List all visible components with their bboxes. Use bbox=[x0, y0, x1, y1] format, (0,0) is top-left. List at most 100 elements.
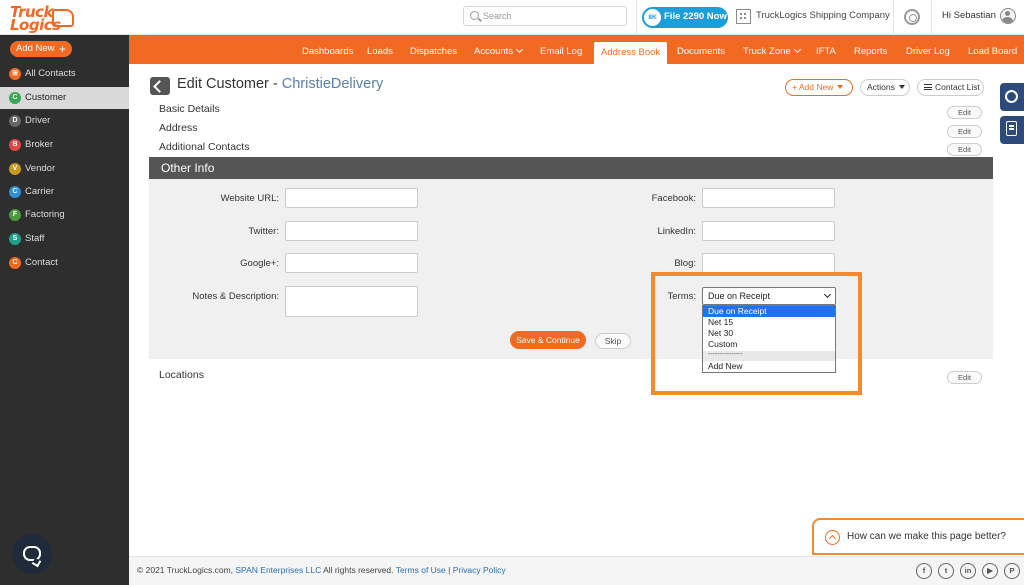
sidebar-item-staff[interactable]: S Staff bbox=[0, 228, 129, 250]
nav-truck-zone[interactable]: Truck Zone bbox=[743, 35, 801, 64]
chat-button[interactable] bbox=[12, 534, 52, 574]
actions-dropdown-button[interactable]: Actions bbox=[860, 79, 910, 96]
terms-select[interactable]: Due on Receipt bbox=[702, 287, 836, 305]
span-enterprises-link[interactable]: SPAN Enterprises LLC bbox=[235, 565, 321, 575]
terms-label: Terms: bbox=[667, 291, 697, 302]
linkedin-icon[interactable]: in bbox=[960, 563, 976, 579]
twitter-icon[interactable]: t bbox=[938, 563, 954, 579]
edit-basic-details-button[interactable]: Edit bbox=[947, 106, 982, 119]
sidebar-item-driver[interactable]: D Driver bbox=[0, 110, 129, 132]
header-divider bbox=[636, 0, 637, 35]
sidebar-item-label: Customer bbox=[25, 92, 67, 103]
nav-documents[interactable]: Documents bbox=[677, 35, 725, 64]
section-other-info-header[interactable]: Other Info bbox=[149, 157, 993, 179]
sidebar-add-new-button[interactable]: Add New + bbox=[10, 41, 72, 57]
nav-dashboards[interactable]: Dashboards bbox=[302, 35, 353, 64]
youtube-icon[interactable]: ▶ bbox=[982, 563, 998, 579]
footer: © 2021 TruckLogics.com, SPAN Enterprises… bbox=[129, 556, 1024, 585]
terms-option-due-on-receipt[interactable]: Due on Receipt bbox=[703, 306, 835, 317]
terms-option-net-15[interactable]: Net 15 bbox=[703, 317, 835, 328]
sidebar-item-label: Broker bbox=[25, 139, 53, 150]
sidebar-item-label: Carrier bbox=[25, 186, 55, 197]
driver-icon: D bbox=[9, 115, 21, 127]
save-continue-button[interactable]: Save & Continue bbox=[510, 331, 586, 349]
document-icon bbox=[1006, 121, 1017, 136]
plus-icon: + bbox=[792, 82, 799, 92]
sidebar-item-all-contacts[interactable]: ⊞ All Contacts bbox=[0, 63, 129, 85]
nav-address-book[interactable]: Address Book bbox=[594, 42, 668, 64]
file-2290-label: File 2290 Now bbox=[664, 11, 727, 22]
user-greeting[interactable]: Hi Sebastian bbox=[942, 10, 996, 21]
sidebar-item-broker[interactable]: B Broker bbox=[0, 134, 129, 156]
contact-icon: C bbox=[9, 257, 21, 269]
chevron-up-circle-icon bbox=[825, 530, 840, 545]
website-url-input[interactable] bbox=[285, 188, 418, 208]
company-name: TruckLogics Shipping Company bbox=[756, 10, 890, 21]
google-plus-label: Google+: bbox=[240, 258, 279, 269]
sidebar-item-label: Factoring bbox=[25, 209, 65, 220]
pinterest-icon[interactable]: P bbox=[1004, 563, 1020, 579]
nav-dispatches[interactable]: Dispatches bbox=[410, 35, 457, 64]
feedback-prompt: How can we make this page better? bbox=[847, 531, 1006, 542]
sidebar-item-contact[interactable]: C Contact bbox=[0, 252, 129, 274]
section-basic-details[interactable]: Basic Details bbox=[159, 103, 220, 115]
nav-email-log[interactable]: Email Log bbox=[540, 35, 582, 64]
linkedin-input[interactable] bbox=[702, 221, 835, 241]
floating-document-button[interactable] bbox=[1000, 116, 1024, 144]
skip-button[interactable]: Skip bbox=[595, 333, 631, 349]
facebook-icon[interactable]: f bbox=[916, 563, 932, 579]
google-plus-input[interactable] bbox=[285, 253, 418, 273]
nav-loads[interactable]: Loads bbox=[367, 35, 393, 64]
all-contacts-icon: ⊞ bbox=[9, 68, 21, 80]
nav-truck-zone-label: Truck Zone bbox=[743, 46, 791, 57]
vendor-icon: V bbox=[9, 163, 21, 175]
facebook-input[interactable] bbox=[702, 188, 835, 208]
nav-accounts-label: Accounts bbox=[474, 46, 514, 57]
edit-address-button[interactable]: Edit bbox=[947, 125, 982, 138]
trucklogics-logo[interactable]: Truck Logics bbox=[8, 3, 74, 34]
terms-dropdown-list: Due on Receipt Net 15 Net 30 Custom ----… bbox=[702, 305, 836, 373]
blog-label: Blog: bbox=[674, 258, 696, 269]
contact-list-button[interactable]: Contact List bbox=[917, 79, 984, 96]
chevron-down-icon bbox=[793, 45, 801, 54]
customer-name: ChristieDelivery bbox=[281, 76, 384, 92]
terms-option-custom[interactable]: Custom bbox=[703, 339, 835, 350]
blog-input[interactable] bbox=[702, 253, 835, 273]
sidebar-item-vendor[interactable]: V Vendor bbox=[0, 158, 129, 180]
terms-of-use-link[interactable]: Terms of Use bbox=[396, 565, 446, 575]
settings-gear-icon[interactable] bbox=[904, 9, 920, 25]
nav-driver-log[interactable]: Driver Log bbox=[906, 35, 950, 64]
search-input[interactable]: Search bbox=[463, 6, 627, 26]
edit-additional-contacts-button[interactable]: Edit bbox=[947, 143, 982, 156]
top-header: Truck Logics Search 8K File 2290 Now Tru… bbox=[0, 0, 1024, 35]
add-new-dropdown-button[interactable]: + Add New bbox=[785, 79, 853, 96]
main-nav: Dashboards Loads Dispatches Accounts Ema… bbox=[129, 35, 1024, 64]
plus-icon: + bbox=[58, 42, 66, 56]
building-icon bbox=[736, 9, 751, 24]
edit-locations-button[interactable]: Edit bbox=[947, 371, 982, 384]
nav-ifta[interactable]: IFTA bbox=[816, 35, 836, 64]
carrier-icon: C bbox=[9, 186, 21, 198]
twitter-input[interactable] bbox=[285, 221, 418, 241]
section-additional-contacts[interactable]: Additional Contacts bbox=[159, 141, 249, 153]
user-avatar-icon[interactable] bbox=[1000, 8, 1016, 24]
sidebar-item-customer[interactable]: C Customer bbox=[0, 87, 129, 109]
section-address[interactable]: Address bbox=[159, 122, 198, 134]
header-divider bbox=[931, 0, 932, 35]
nav-reports[interactable]: Reports bbox=[854, 35, 887, 64]
back-arrow-icon[interactable] bbox=[150, 77, 170, 95]
notes-description-textarea[interactable] bbox=[285, 286, 418, 317]
search-placeholder: Search bbox=[483, 11, 512, 21]
caret-down-icon bbox=[898, 85, 905, 89]
sidebar-item-factoring[interactable]: F Factoring bbox=[0, 204, 129, 226]
sidebar-item-carrier[interactable]: C Carrier bbox=[0, 181, 129, 203]
section-locations[interactable]: Locations bbox=[159, 369, 204, 381]
floating-settings-button[interactable] bbox=[1000, 83, 1024, 111]
feedback-widget[interactable]: How can we make this page better? bbox=[812, 518, 1024, 555]
terms-option-add-new[interactable]: Add New bbox=[703, 361, 835, 372]
nav-accounts[interactable]: Accounts bbox=[474, 35, 524, 64]
file-2290-button[interactable]: 8K File 2290 Now bbox=[642, 7, 728, 28]
nav-load-board[interactable]: Load Board bbox=[968, 35, 1017, 64]
privacy-policy-link[interactable]: Privacy Policy bbox=[453, 565, 506, 575]
terms-option-net-30[interactable]: Net 30 bbox=[703, 328, 835, 339]
